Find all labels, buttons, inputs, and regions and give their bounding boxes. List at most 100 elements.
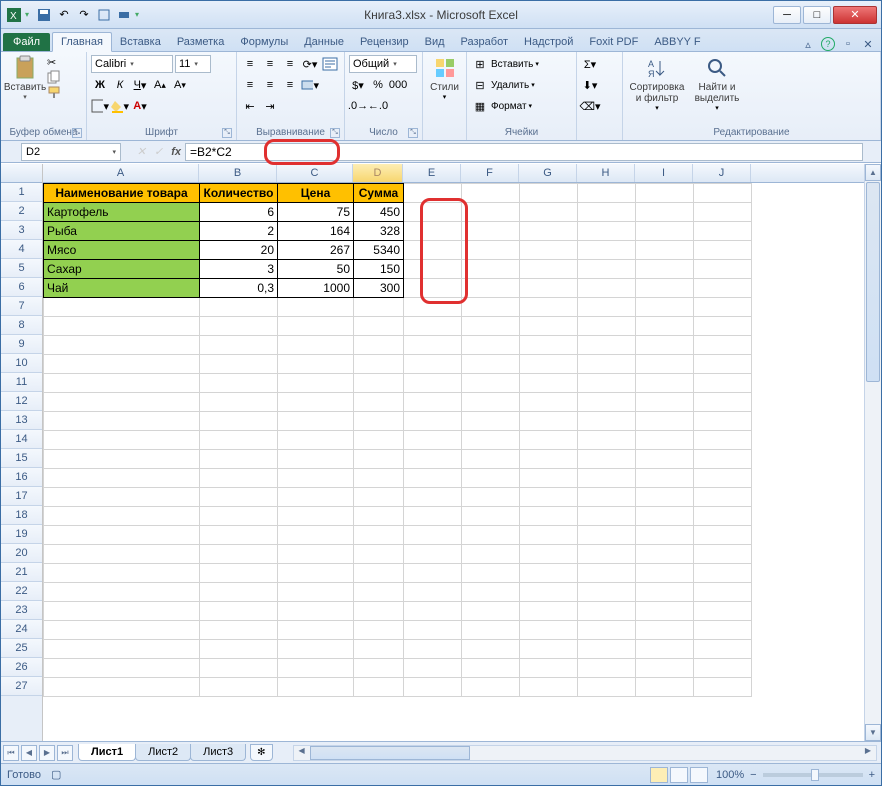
delete-cells-button[interactable]: Удалить [491, 80, 529, 91]
cell[interactable] [694, 507, 752, 526]
cell[interactable] [520, 488, 578, 507]
cell[interactable] [578, 526, 636, 545]
copy-icon[interactable] [47, 70, 61, 84]
cell[interactable] [354, 621, 404, 640]
row-header[interactable]: 10 [1, 354, 42, 373]
row-header[interactable]: 6 [1, 278, 42, 297]
cell[interactable] [694, 450, 752, 469]
col-header[interactable]: C [277, 164, 353, 182]
cell[interactable] [278, 564, 354, 583]
cell[interactable]: 6 [200, 203, 278, 222]
cell[interactable]: 450 [354, 203, 404, 222]
row-header[interactable]: 12 [1, 392, 42, 411]
cell[interactable] [462, 564, 520, 583]
cell[interactable] [44, 640, 200, 659]
cell[interactable] [694, 336, 752, 355]
cell[interactable] [44, 545, 200, 564]
hscroll-left-icon[interactable]: ◀ [294, 746, 310, 760]
cell[interactable] [404, 336, 462, 355]
cell[interactable] [520, 184, 578, 203]
cell[interactable] [278, 431, 354, 450]
cell[interactable] [278, 355, 354, 374]
cell[interactable] [520, 507, 578, 526]
cell[interactable] [636, 317, 694, 336]
align-left-icon[interactable]: ≡ [241, 76, 259, 94]
cell[interactable] [200, 431, 278, 450]
cell[interactable] [200, 336, 278, 355]
cell[interactable] [278, 450, 354, 469]
tab-file[interactable]: Файл [3, 33, 50, 51]
row-header[interactable]: 13 [1, 411, 42, 430]
cell[interactable] [404, 659, 462, 678]
sheet-nav-last-icon[interactable]: ⏭ [57, 745, 73, 761]
cell[interactable] [694, 374, 752, 393]
cell[interactable] [520, 526, 578, 545]
cell[interactable] [578, 317, 636, 336]
close-button[interactable]: ✕ [833, 6, 877, 24]
cell[interactable] [462, 279, 520, 298]
tab-ABBYY F[interactable]: ABBYY F [646, 33, 708, 51]
cell[interactable] [636, 450, 694, 469]
cell[interactable] [462, 545, 520, 564]
cell[interactable] [404, 469, 462, 488]
cell[interactable] [520, 203, 578, 222]
view-pagebreak-icon[interactable] [690, 767, 708, 783]
cell[interactable] [404, 545, 462, 564]
cell[interactable]: 20 [200, 241, 278, 260]
cell[interactable] [578, 450, 636, 469]
cell[interactable] [462, 260, 520, 279]
cell[interactable] [404, 298, 462, 317]
cell[interactable] [520, 545, 578, 564]
cell[interactable] [578, 279, 636, 298]
cell[interactable] [636, 355, 694, 374]
cell[interactable] [354, 431, 404, 450]
cell[interactable] [694, 298, 752, 317]
tab-Рецензир[interactable]: Рецензир [352, 33, 417, 51]
cell[interactable] [462, 507, 520, 526]
cell[interactable] [694, 279, 752, 298]
cell[interactable] [200, 374, 278, 393]
cell[interactable] [694, 583, 752, 602]
clipboard-dialog-icon[interactable]: ⤡ [72, 128, 82, 138]
cell[interactable] [636, 431, 694, 450]
delete-cells-icon[interactable]: ⊟ [471, 76, 489, 94]
cell[interactable] [636, 203, 694, 222]
row-header[interactable]: 26 [1, 658, 42, 677]
cell[interactable] [200, 507, 278, 526]
cells[interactable]: Наименование товараКоличествоЦенаСуммаКа… [43, 183, 752, 697]
insert-cells-button[interactable]: Вставить [491, 59, 533, 70]
help-icon[interactable]: ? [821, 37, 835, 51]
scroll-thumb[interactable] [866, 182, 880, 382]
zoom-out-icon[interactable]: − [750, 769, 756, 781]
row-header[interactable]: 3 [1, 221, 42, 240]
cell[interactable] [636, 393, 694, 412]
paste-button[interactable]: Вставить ▾ [5, 54, 45, 101]
cell[interactable] [354, 526, 404, 545]
cell[interactable] [200, 659, 278, 678]
scroll-up-icon[interactable]: ▲ [865, 164, 881, 181]
view-normal-icon[interactable] [650, 767, 668, 783]
sheet-nav-first-icon[interactable]: ⏮ [3, 745, 19, 761]
cell[interactable]: 150 [354, 260, 404, 279]
cell[interactable] [694, 260, 752, 279]
cell[interactable] [578, 602, 636, 621]
cell[interactable] [462, 412, 520, 431]
cell[interactable] [200, 488, 278, 507]
cell[interactable] [520, 621, 578, 640]
number-dialog-icon[interactable]: ⤡ [408, 128, 418, 138]
view-layout-icon[interactable] [670, 767, 688, 783]
cell[interactable] [278, 507, 354, 526]
cell[interactable] [404, 222, 462, 241]
cell[interactable] [200, 678, 278, 697]
percent-icon[interactable]: % [369, 76, 387, 94]
tab-Надстрой[interactable]: Надстрой [516, 33, 581, 51]
row-header[interactable]: 5 [1, 259, 42, 278]
zoom-in-icon[interactable]: + [869, 769, 875, 781]
cell[interactable] [578, 678, 636, 697]
cell[interactable] [636, 298, 694, 317]
tab-Формулы[interactable]: Формулы [232, 33, 296, 51]
cell[interactable] [520, 355, 578, 374]
cell[interactable] [278, 336, 354, 355]
vertical-scrollbar[interactable]: ▲ ▼ [864, 164, 881, 741]
tab-Вид[interactable]: Вид [417, 33, 453, 51]
